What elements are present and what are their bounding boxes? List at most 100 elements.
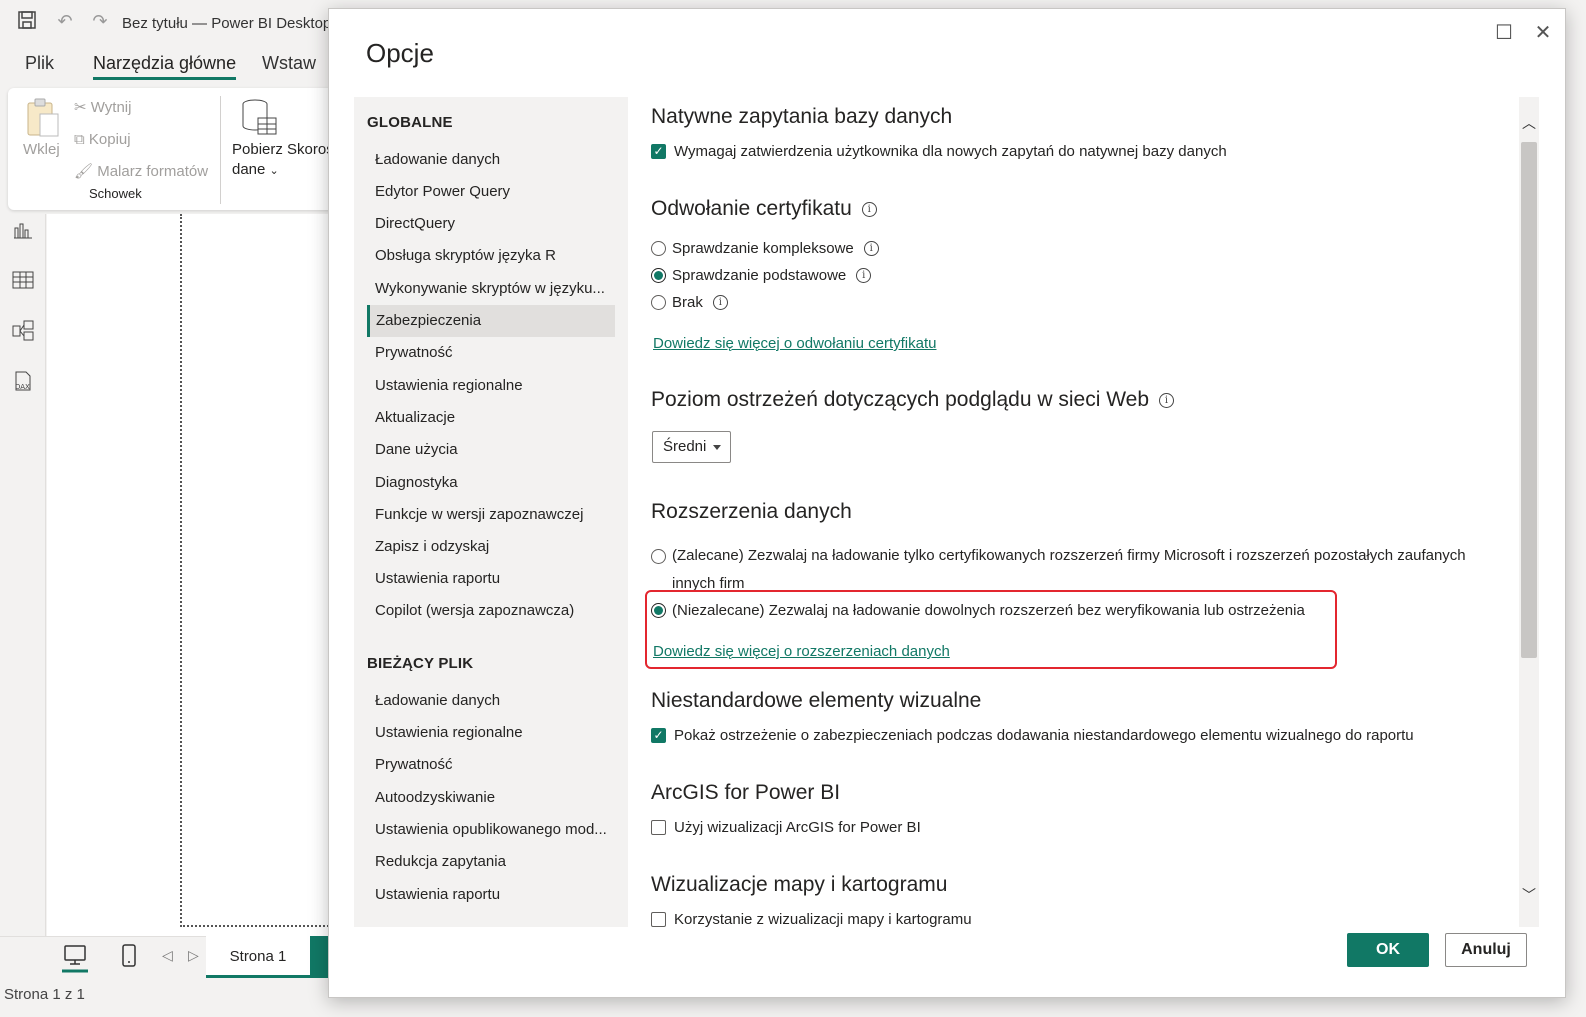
extensions-option-recommended[interactable]: (Zalecane) Zezwalaj na ładowanie tylko c… [651,542,1472,598]
nav-item-data-load[interactable]: Ładowanie danych [367,144,615,176]
info-icon[interactable]: i [861,201,877,217]
get-data-button[interactable]: Pobierz Skoros [232,141,334,158]
scroll-up-icon[interactable]: ︿ [1519,113,1539,133]
chevron-down-icon: ⌄ [269,165,279,177]
maps-checkbox-row[interactable]: Korzystanie z wizualizacji mapy i kartog… [651,911,972,927]
cert-revocation-title: Odwołanie certyfikatu i [651,197,877,221]
maps-title: Wizualizacje mapy i kartogramu [651,873,948,896]
nav-item-current-privacy[interactable]: Prywatność [367,749,615,781]
clipboard-group-label: Schowek [89,186,142,201]
paste-button[interactable]: Wklej [23,141,60,158]
nav-item-query-reduction[interactable]: Redukcja zapytania [367,846,615,878]
native-queries-title: Natywne zapytania bazy danych [651,105,953,128]
cert-option-basic-label: Sprawdzanie podstawowe [672,267,847,284]
nav-item-power-query-editor[interactable]: Edytor Power Query [367,176,615,208]
custom-visuals-checkbox-row[interactable]: ✓ Pokaż ostrzeżenie o zabezpieczeniach p… [651,727,1414,744]
custom-visuals-title: Niestandardowe elementy wizualne [651,689,982,712]
radio-button-selected[interactable] [651,603,666,618]
cut-button[interactable]: ✂ Wytnij [74,98,131,116]
get-data-label: Pobierz [232,141,283,158]
mobile-layout-icon[interactable] [121,943,137,974]
save-icon[interactable] [16,10,38,32]
nav-item-directquery[interactable]: DirectQuery [367,208,615,240]
native-queries-label: Wymagaj zatwierdzenia użytkownika dla no… [674,143,1227,160]
close-icon[interactable]: ✕ [1528,18,1558,48]
tab-home[interactable]: Narzędzia główne [93,53,237,80]
nav-item-current-autorecovery[interactable]: Autoodzyskiwanie [367,782,615,814]
report-page-outline [180,214,340,927]
get-data-dropdown[interactable]: dane ⌄ [232,161,279,178]
nav-item-r-scripting[interactable]: Obsługa skryptów języka R [367,240,615,272]
arcgis-checkbox-row[interactable]: Użyj wizualizacji ArcGIS for Power BI [651,819,921,836]
checkbox[interactable] [651,912,666,927]
nav-item-security[interactable]: Zabezpieczenia [367,305,615,337]
maximize-icon[interactable]: ☐ [1489,18,1519,48]
radio-button[interactable] [651,549,666,564]
caret-down-icon [713,445,721,450]
ribbon-home: Wklej ✂ Wytnij ⧉ Kopiuj 🖌 Malarz formató… [8,88,338,210]
nav-item-python-scripting[interactable]: Wykonywanie skryptów w języku... [367,273,615,305]
copy-button[interactable]: ⧉ Kopiuj [74,131,131,148]
info-icon[interactable]: i [712,295,728,310]
report-view-icon[interactable] [10,220,36,246]
web-preview-title-text: Poziom ostrzeżeń dotyczących podglądu w … [651,388,1150,411]
nav-item-current-report-settings[interactable]: Ustawienia raportu [367,879,615,911]
clipboard-icon [26,98,60,143]
window-title: Bez tytułu — Power BI Desktop [122,15,332,32]
nav-item-auto-recovery[interactable]: Zapisz i odzyskaj [367,531,615,563]
radio-button-selected[interactable] [651,268,666,283]
nav-item-published-model[interactable]: Ustawienia opublikowanego mod... [367,814,615,846]
checkbox-checked[interactable]: ✓ [651,144,666,159]
tab-file[interactable]: Plik [25,53,54,74]
ok-button[interactable]: OK [1347,933,1429,967]
desktop-layout-icon[interactable] [62,943,88,978]
checkbox[interactable] [651,820,666,835]
model-view-icon[interactable] [10,320,36,346]
extensions-learn-more-link[interactable]: Dowiedz się więcej o rozszerzeniach dany… [653,643,950,660]
prev-page-icon[interactable]: ◁ [162,947,173,964]
table-view-icon[interactable] [10,270,36,296]
format-painter-button[interactable]: 🖌 Malarz formatów [74,162,208,180]
info-icon[interactable]: i [856,268,872,283]
tab-insert[interactable]: Wstaw [262,53,316,74]
native-queries-checkbox-row[interactable]: ✓ Wymagaj zatwierdzenia użytkownika dla … [651,143,1227,160]
nav-item-current-regional[interactable]: Ustawienia regionalne [367,717,615,749]
nav-item-usage-data[interactable]: Dane użycia [367,434,615,466]
nav-item-privacy[interactable]: Prywatność [367,337,615,369]
nav-item-diagnostics[interactable]: Diagnostyka [367,467,615,499]
add-page-button[interactable] [310,936,330,978]
cancel-button[interactable]: Anuluj [1445,933,1527,967]
custom-visuals-label: Pokaż ostrzeżenie o zabezpieczeniach pod… [674,727,1414,744]
nav-item-report-settings[interactable]: Ustawienia raportu [367,563,615,595]
nav-item-preview-features[interactable]: Funkcje w wersji zapoznawczej [367,499,615,531]
format-painter-label: Malarz formatów [97,163,209,180]
info-icon[interactable]: i [863,241,879,256]
radio-button[interactable] [651,295,666,310]
nav-item-updates[interactable]: Aktualizacje [367,402,615,434]
checkbox-checked[interactable]: ✓ [651,728,666,743]
web-preview-dropdown[interactable]: Średni [652,431,731,463]
nav-item-current-data-load[interactable]: Ładowanie danych [367,685,615,717]
cert-revocation-title-text: Odwołanie certyfikatu [651,197,852,220]
cert-learn-more-link[interactable]: Dowiedz się więcej o odwołaniu certyfika… [653,335,936,352]
cert-option-basic[interactable]: Sprawdzanie podstawowe i [651,267,872,284]
undo-icon[interactable]: ↶ [54,10,76,32]
cert-option-none[interactable]: Brak i [651,294,728,311]
view-rail: DAX [0,214,46,944]
page-tab[interactable]: Strona 1 [206,936,310,978]
nav-item-copilot[interactable]: Copilot (wersja zapoznawcza) [367,595,615,627]
maps-label: Korzystanie z wizualizacji mapy i kartog… [674,911,972,927]
scroll-down-icon[interactable]: ﹀ [1519,885,1539,905]
arcgis-label: Użyj wizualizacji ArcGIS for Power BI [674,819,921,836]
dax-query-icon[interactable]: DAX [10,370,36,396]
next-page-icon[interactable]: ▷ [188,947,199,964]
extensions-option-not-recommended[interactable]: (Niezalecane) Zezwalaj na ładowanie dowo… [651,602,1305,619]
info-icon[interactable]: i [1159,392,1175,408]
redo-icon[interactable]: ↷ [89,10,111,32]
scrollbar-thumb[interactable] [1521,142,1537,658]
svg-text:DAX: DAX [15,383,30,391]
nav-header-global: GLOBALNE [367,114,453,131]
radio-button[interactable] [651,241,666,256]
nav-item-regional-settings[interactable]: Ustawienia regionalne [367,370,615,402]
cert-option-comprehensive[interactable]: Sprawdzanie kompleksowe i [651,240,879,257]
